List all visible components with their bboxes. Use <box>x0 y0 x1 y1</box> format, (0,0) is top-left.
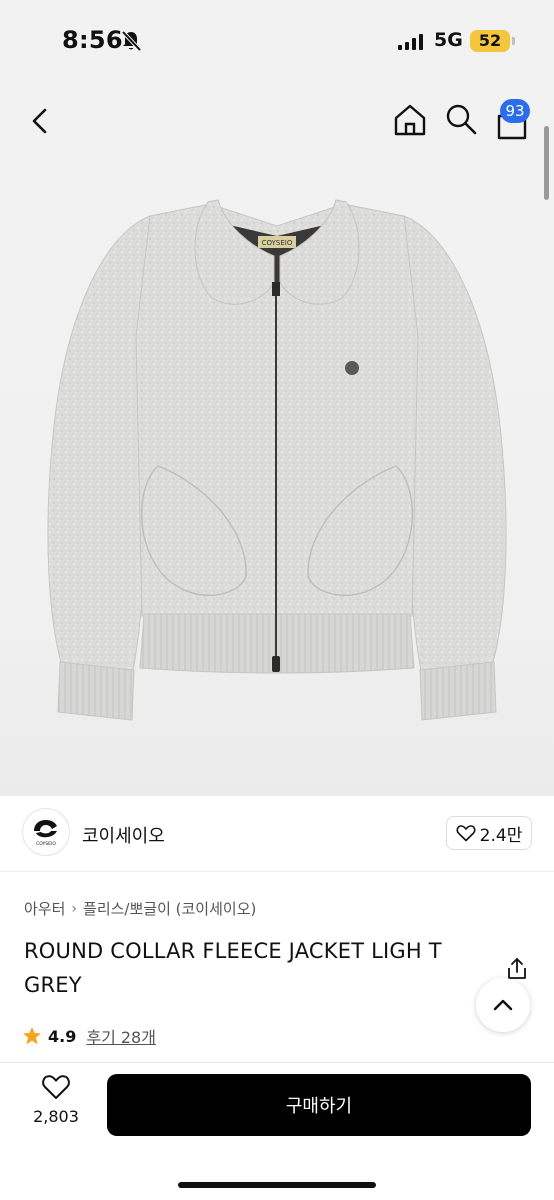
network-type: 5G <box>434 29 463 51</box>
battery-cap <box>512 37 515 45</box>
product-title: ROUND COLLAR FLEECE JACKET LIGH T GREY <box>24 939 442 997</box>
home-icon[interactable] <box>392 102 428 138</box>
scrollbar[interactable] <box>544 126 549 200</box>
breadcrumb-category[interactable]: 아우터 <box>24 898 65 919</box>
seller-like-count: 2.4만 <box>479 825 523 846</box>
heart-icon <box>42 1075 70 1099</box>
rating-row: 4.9 후기 28개 <box>22 1024 156 1048</box>
seller-logo-icon: COYSEIO <box>34 820 57 847</box>
bell-slash-icon <box>121 30 142 52</box>
status-time: 8:56 <box>62 26 123 54</box>
seller-logo-text: COYSEIO <box>36 841 56 847</box>
seller-row[interactable]: COYSEIO 코이세이오 2.4만 <box>0 796 554 872</box>
cart-badge: 93 <box>500 99 530 123</box>
product-image-area[interactable]: 93 COYSEIO <box>0 86 554 796</box>
rating-value: 4.9 <box>48 1026 77 1046</box>
seller-logo[interactable]: COYSEIO <box>22 808 70 856</box>
battery-indicator: 52 <box>470 30 510 52</box>
wishlist-button[interactable]: 2,803 <box>24 1073 88 1143</box>
bottom-action-bar: 2,803 구매하기 <box>0 1062 554 1200</box>
home-indicator <box>178 1182 376 1188</box>
status-bar: 8:56 5G 52 <box>0 0 554 86</box>
heart-icon <box>456 825 476 842</box>
seller-like-button[interactable]: 2.4만 <box>446 816 532 850</box>
seller-name[interactable]: 코이세이오 <box>82 822 165 848</box>
wishlist-count: 2,803 <box>33 1107 79 1126</box>
chevron-right-icon: › <box>71 900 78 917</box>
back-icon[interactable] <box>24 104 58 138</box>
search-icon[interactable] <box>444 102 478 136</box>
breadcrumb-subcategory[interactable]: 플리스/뽀글이 (코이세이오) <box>83 898 256 919</box>
signal-icon <box>398 34 423 50</box>
breadcrumb: 아우터 › 플리스/뽀글이 (코이세이오) <box>24 898 256 919</box>
reviews-link[interactable]: 후기 28개 <box>86 1024 156 1048</box>
star-icon <box>23 1027 41 1045</box>
buy-button[interactable]: 구매하기 <box>107 1074 531 1136</box>
jacket-label-text: COYSEIO <box>262 239 293 247</box>
product-photo-jacket: COYSEIO <box>47 199 507 721</box>
chevron-up-icon <box>493 999 513 1011</box>
scroll-to-top-button[interactable] <box>476 978 530 1032</box>
